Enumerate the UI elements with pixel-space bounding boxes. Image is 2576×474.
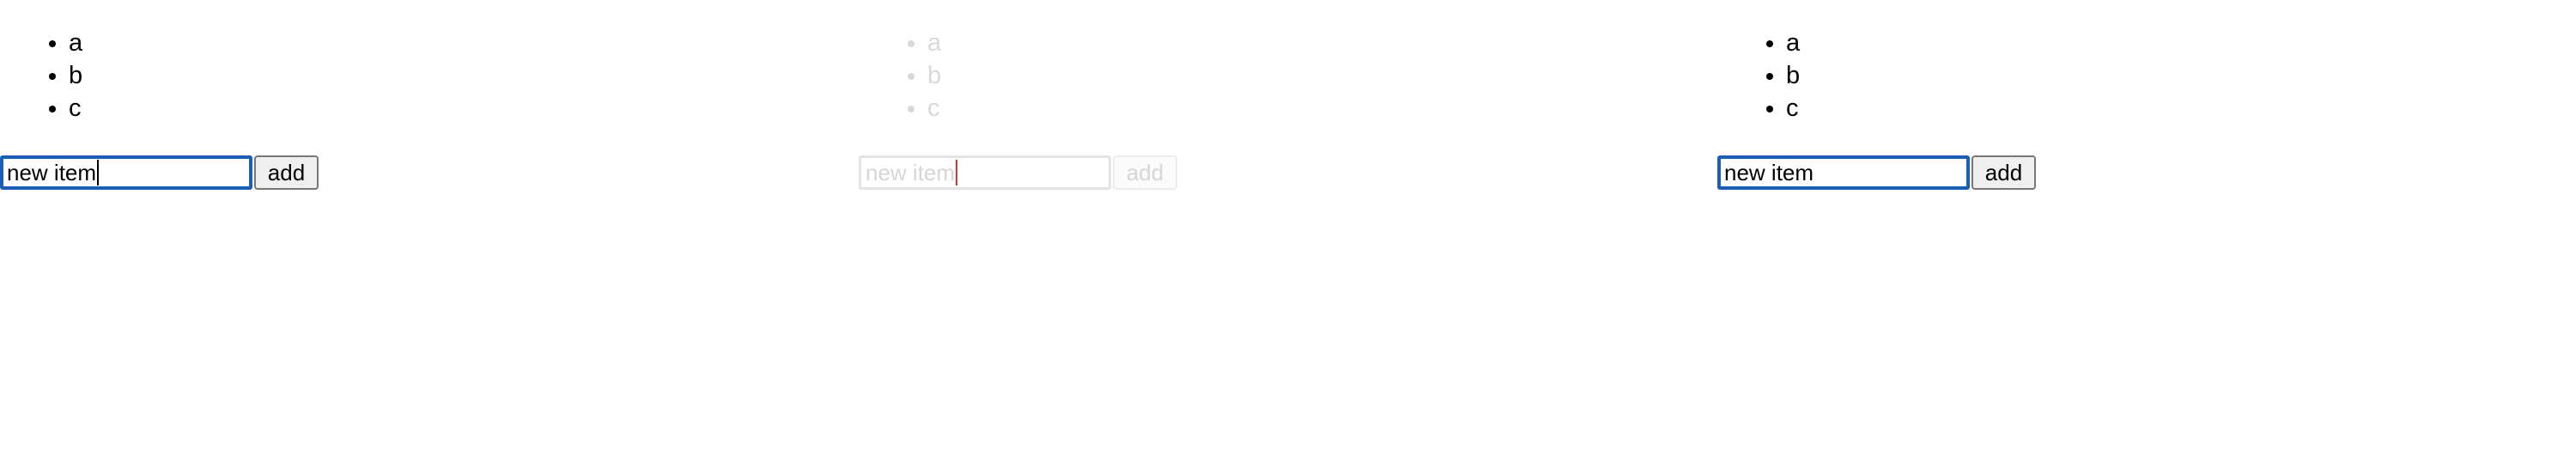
text-caret — [97, 160, 100, 186]
panel-focused-typing: a b c new item add — [0, 0, 859, 474]
add-button[interactable]: add — [254, 155, 319, 190]
list-item: c — [1786, 92, 1800, 125]
new-item-input[interactable]: new item — [1717, 155, 1970, 190]
list-item: c — [927, 92, 941, 125]
panel-faded: a b c new item add — [859, 0, 1717, 474]
panel-focused: a b c new item add — [1717, 0, 2576, 474]
add-button[interactable]: add — [1971, 155, 2036, 190]
list-item: a — [927, 27, 941, 59]
add-button[interactable]: add — [1113, 155, 1177, 190]
item-list: a b c — [0, 27, 82, 125]
list-item: a — [1786, 27, 1800, 59]
new-item-input[interactable]: new item — [859, 155, 1111, 190]
text-caret — [956, 160, 958, 186]
item-list: a b c — [1717, 27, 1800, 125]
list-item: b — [927, 59, 941, 92]
new-item-input-value: new item — [1724, 160, 1814, 185]
item-list: a b c — [859, 27, 941, 125]
new-item-input-value: new item — [7, 160, 97, 185]
list-item: b — [1786, 59, 1800, 92]
list-item: c — [69, 92, 82, 125]
list-item: b — [69, 59, 82, 92]
list-item: a — [69, 27, 82, 59]
new-item-input[interactable]: new item — [0, 155, 252, 190]
new-item-input-value: new item — [866, 160, 956, 185]
